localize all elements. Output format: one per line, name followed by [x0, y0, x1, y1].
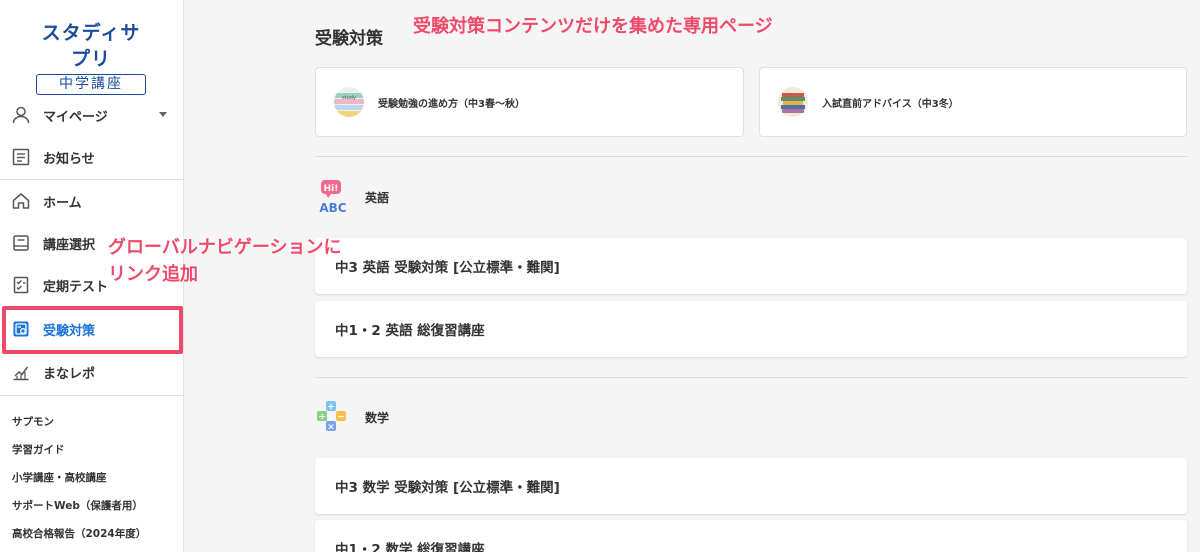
- sub-link-sapmon[interactable]: サプモン: [12, 414, 54, 429]
- course-math-exam-prep[interactable]: 中3 数学 受験対策 [公立標準・難関]: [315, 458, 1187, 514]
- nav-label-news: お知らせ: [43, 151, 95, 167]
- user-icon: [11, 105, 31, 125]
- annotation-nav-line1: グローバルナビゲーションに: [108, 237, 342, 258]
- section-label-english: 英語: [365, 190, 390, 205]
- nav-label-manarepo: まなレポ: [43, 366, 96, 382]
- course-english-exam-prep[interactable]: 中3 英語 受験対策 [公立標準・難関]: [315, 238, 1187, 294]
- logo-wordmark: スタディサプリ: [41, 22, 141, 70]
- books-thumbnail-icon: [778, 87, 808, 117]
- svg-text:+: +: [327, 403, 335, 413]
- nav-item-home[interactable]: ホーム: [0, 180, 183, 222]
- chevron-down-icon[interactable]: [159, 112, 167, 117]
- book-icon: [11, 233, 31, 253]
- study-thumbnail-icon: study: [334, 87, 364, 117]
- svg-text:÷: ÷: [318, 413, 326, 423]
- card-exam-advice[interactable]: 入試直前アドバイス（中3冬）: [759, 67, 1187, 137]
- svg-text:ABC: ABC: [319, 201, 346, 215]
- page-title: 受験対策: [315, 29, 383, 49]
- svg-text:study: study: [342, 95, 356, 101]
- newspaper-icon: [11, 147, 31, 167]
- sub-link-other-courses[interactable]: 小学講座・高校講座: [12, 470, 107, 485]
- chart-icon: [11, 362, 31, 382]
- course-label: 中3 英語 受験対策 [公立標準・難関]: [335, 260, 560, 276]
- hi-abc-icon: Hi! ABC: [315, 179, 351, 215]
- logo[interactable]: スタディサプリ 中学講座: [36, 20, 146, 95]
- nav-divider: [0, 395, 183, 396]
- nav-label-regular-test: 定期テスト: [43, 279, 109, 295]
- nav-label-mypage: マイページ: [43, 109, 108, 125]
- section-head-math: + ÷ − × 数学: [315, 399, 389, 435]
- exam-icon: [11, 319, 31, 339]
- logo-subtitle: 中学講座: [36, 74, 146, 95]
- math-operators-icon: + ÷ − ×: [315, 399, 351, 435]
- annotation-top: 受験対策コンテンツだけを集めた専用ページ: [413, 16, 773, 37]
- svg-text:Hi!: Hi!: [324, 184, 339, 194]
- svg-text:−: −: [337, 413, 345, 423]
- sub-link-study-guide[interactable]: 学習ガイド: [12, 442, 65, 457]
- sub-link-support-web[interactable]: サポートWeb（保護者用）: [12, 498, 143, 513]
- nav-item-exam-prep[interactable]: 受験対策: [0, 308, 183, 350]
- section-label-math: 数学: [365, 410, 390, 425]
- home-icon: [11, 191, 31, 211]
- nav-label-exam-prep: 受験対策: [43, 323, 96, 339]
- course-math-review[interactable]: 中1・2 数学 総復習講座: [315, 520, 1187, 552]
- annotation-nav: グローバルナビゲーションに リンク追加: [108, 234, 341, 288]
- section-divider: [315, 377, 1187, 378]
- course-label: 中1・2 英語 総復習講座: [335, 323, 485, 339]
- section-divider: [315, 156, 1187, 157]
- section-head-english: Hi! ABC 英語: [315, 179, 389, 215]
- svg-text:×: ×: [327, 423, 335, 433]
- nav-label-course-select: 講座選択: [43, 237, 96, 253]
- nav-label-home: ホーム: [43, 195, 82, 211]
- nav-item-news[interactable]: お知らせ: [0, 136, 183, 178]
- card-label-study-plan: 受験勉強の進め方（中3春〜秋）: [378, 98, 525, 110]
- card-study-plan[interactable]: study 受験勉強の進め方（中3春〜秋）: [315, 67, 744, 137]
- sub-link-admission-report[interactable]: 高校合格報告（2024年度）: [12, 526, 146, 541]
- course-label: 中3 数学 受験対策 [公立標準・難関]: [335, 480, 560, 496]
- nav-item-mypage[interactable]: マイページ: [0, 94, 183, 136]
- course-label: 中1・2 数学 総復習講座: [335, 542, 485, 552]
- annotation-nav-line2: リンク追加: [108, 264, 198, 285]
- checklist-icon: [11, 275, 31, 295]
- nav-item-manarepo[interactable]: まなレポ: [0, 351, 183, 393]
- card-label-exam-advice: 入試直前アドバイス（中3冬）: [822, 98, 959, 110]
- course-english-review[interactable]: 中1・2 英語 総復習講座: [315, 301, 1187, 357]
